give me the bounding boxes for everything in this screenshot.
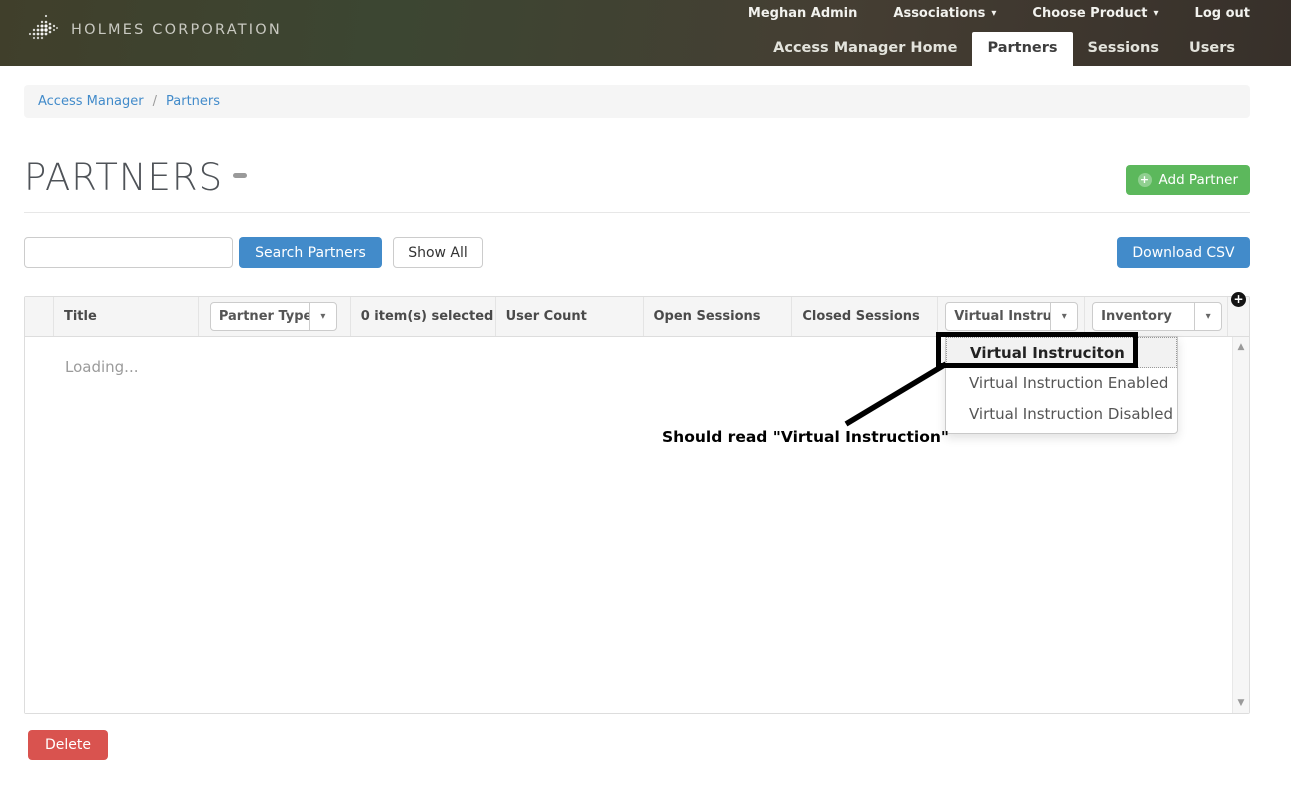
search-row: Search Partners Show All Download CSV — [24, 237, 1250, 268]
brand-name: HOLMES CORPORATION — [71, 22, 282, 38]
header-partner-type-cell: Partner Type ▾ — [199, 297, 351, 336]
header-virtual-instruction-cell: Virtual Instruciton ▾ — [938, 297, 1085, 336]
caret-down-icon: ▾ — [1194, 303, 1221, 330]
header-user-count: User Count — [496, 297, 644, 336]
logout-link[interactable]: Log out — [1195, 6, 1250, 21]
add-column-icon[interactable]: + — [1231, 292, 1246, 307]
associations-menu[interactable]: Associations ▾ — [893, 6, 996, 21]
caret-down-icon: ▾ — [1154, 9, 1159, 19]
dropdown-option-disabled[interactable]: Virtual Instruction Disabled — [946, 399, 1177, 430]
show-all-button[interactable]: Show All — [393, 237, 483, 268]
virtual-instruction-dropdown: Virtual Instruciton Virtual Instruction … — [945, 336, 1178, 434]
virtual-instruction-filter[interactable]: Virtual Instruciton ▾ — [945, 302, 1078, 331]
tab-nav: Access Manager Home Partners Sessions Us… — [758, 32, 1250, 66]
top-nav: Meghan Admin Associations ▾ Choose Produ… — [748, 3, 1250, 23]
delete-button[interactable]: Delete — [28, 730, 108, 760]
add-partner-label: Add Partner — [1159, 172, 1239, 188]
table-scrollbar[interactable]: ▲ ▼ — [1232, 337, 1249, 713]
items-selected-dropdown[interactable]: 0 item(s) selected ▾ — [361, 309, 496, 324]
scroll-down-icon[interactable]: ▼ — [1233, 698, 1249, 708]
choose-product-menu[interactable]: Choose Product ▾ — [1032, 6, 1158, 21]
tab-partners[interactable]: Partners — [972, 32, 1072, 66]
dropdown-option-virtual-instruciton[interactable]: Virtual Instruciton — [946, 337, 1177, 368]
tab-users[interactable]: Users — [1174, 32, 1250, 66]
table-header-row: Title Partner Type ▾ 0 item(s) selected … — [25, 297, 1249, 337]
dropdown-option-enabled[interactable]: Virtual Instruction Enabled — [946, 368, 1177, 399]
annotation-text: Should read "Virtual Instruction" — [662, 428, 949, 446]
tab-access-manager-home[interactable]: Access Manager Home — [758, 32, 972, 66]
app-header: HOLMES CORPORATION Meghan Admin Associat… — [0, 0, 1291, 66]
caret-down-icon: ▾ — [991, 9, 996, 19]
page-title-text: PARTNERS — [24, 156, 223, 199]
plus-circle-icon: + — [1138, 173, 1152, 187]
header-inventory-cell: Inventory ▾ — [1085, 297, 1228, 336]
items-selected-label: 0 item(s) selected — [361, 309, 494, 324]
scroll-up-icon[interactable]: ▲ — [1233, 342, 1249, 352]
tab-sessions[interactable]: Sessions — [1073, 32, 1174, 66]
loading-message: Loading... — [65, 358, 138, 376]
holmes-logo-icon — [26, 12, 60, 48]
search-partners-button[interactable]: Search Partners — [239, 237, 382, 268]
header-open-sessions: Open Sessions — [644, 297, 793, 336]
caret-down-icon: ▾ — [309, 303, 336, 330]
caret-down-icon: ▾ — [1050, 303, 1077, 330]
brand: HOLMES CORPORATION — [26, 12, 282, 48]
header-checkbox-cell — [25, 297, 54, 336]
header-title: Title — [54, 297, 199, 336]
user-menu[interactable]: Meghan Admin — [748, 6, 858, 21]
breadcrumb-partners[interactable]: Partners — [166, 94, 220, 109]
breadcrumb: Access Manager / Partners — [24, 85, 1250, 118]
choose-product-label: Choose Product — [1032, 6, 1147, 21]
page-title: PARTNERS — [24, 156, 247, 199]
download-csv-button[interactable]: Download CSV — [1117, 237, 1250, 268]
header-items-selected-cell: 0 item(s) selected ▾ — [351, 297, 496, 336]
associations-label: Associations — [893, 6, 985, 21]
breadcrumb-access-manager[interactable]: Access Manager — [38, 94, 144, 109]
inventory-filter[interactable]: Inventory ▾ — [1092, 302, 1222, 331]
breadcrumb-separator: / — [153, 94, 157, 109]
virtual-instruction-filter-label: Virtual Instruciton — [946, 303, 1050, 330]
header-closed-sessions: Closed Sessions — [792, 297, 938, 336]
partner-type-filter-label: Partner Type — [211, 303, 309, 330]
partner-type-filter[interactable]: Partner Type ▾ — [210, 302, 337, 331]
section-divider — [24, 212, 1250, 213]
dash-icon — [233, 173, 247, 178]
add-partner-button[interactable]: + Add Partner — [1126, 165, 1251, 195]
search-input[interactable] — [24, 237, 233, 268]
inventory-filter-label: Inventory — [1093, 303, 1194, 330]
